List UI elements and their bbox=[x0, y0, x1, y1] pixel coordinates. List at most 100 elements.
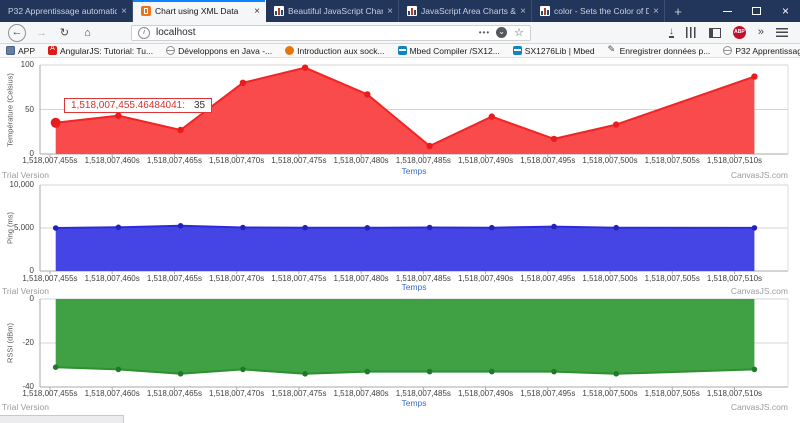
tab-5[interactable]: color - Sets the Color of Data S × bbox=[532, 0, 665, 22]
tab-close-icon[interactable]: × bbox=[520, 6, 526, 17]
back-button[interactable]: ← bbox=[8, 24, 26, 42]
downloads-icon[interactable]: ↓ bbox=[669, 28, 674, 38]
temperature-data-point[interactable] bbox=[115, 113, 121, 119]
trial-version-watermark: Trial Version bbox=[2, 170, 49, 180]
rssi-data-point[interactable] bbox=[178, 371, 184, 377]
x-axis-tick-label: 1,518,007,510s bbox=[694, 389, 774, 398]
temperature-data-point[interactable] bbox=[302, 65, 308, 71]
address-bar[interactable]: i localhost ••• ⌄ ☆ bbox=[131, 25, 531, 41]
canvasjs-watermark[interactable]: CanvasJS.com bbox=[731, 170, 788, 180]
x-axis-tick-label: 1,518,007,510s bbox=[694, 156, 774, 165]
rssi-data-point[interactable] bbox=[240, 367, 246, 373]
ping-x-axis-title: Temps bbox=[374, 282, 454, 292]
canvasjs-watermark[interactable]: CanvasJS.com bbox=[731, 402, 788, 412]
rssi-data-point[interactable] bbox=[116, 367, 122, 373]
bookmark-label: Introduction aux sock... bbox=[297, 46, 384, 56]
pocket-icon[interactable]: ⌄ bbox=[496, 27, 507, 38]
tab-3[interactable]: Beautiful JavaScript Charts & G× bbox=[266, 0, 399, 22]
status-bar-popup bbox=[0, 415, 124, 423]
ping-data-point[interactable] bbox=[489, 225, 495, 231]
y-axis-tick-label: 10,000 bbox=[0, 180, 34, 189]
y-axis-tick-label: 0 bbox=[0, 294, 34, 303]
bookmark-label: Développons en Java -... bbox=[178, 46, 272, 56]
tab-strip: P32 Apprentissage automatique po×Chart u… bbox=[0, 0, 665, 22]
tooltip-label: 1,518,007,455.46484041: bbox=[71, 100, 185, 111]
globe-icon bbox=[723, 46, 732, 55]
rssi-data-point[interactable] bbox=[752, 367, 758, 373]
trial-version-watermark: Trial Version bbox=[2, 402, 49, 412]
chart-icon bbox=[407, 6, 417, 16]
rssi-data-point[interactable] bbox=[53, 364, 59, 370]
bookmark-3[interactable]: Développons en Java -... bbox=[166, 46, 272, 56]
overflow-menu-icon[interactable]: » bbox=[758, 27, 764, 38]
temperature-data-point[interactable] bbox=[489, 113, 495, 119]
temperature-data-point[interactable] bbox=[177, 127, 183, 133]
temperature-data-point[interactable] bbox=[51, 118, 61, 128]
bookmark-1[interactable]: APP bbox=[6, 46, 35, 56]
socket-icon bbox=[285, 46, 294, 55]
temperature-y-axis-title: Température (Celsius) bbox=[6, 73, 15, 147]
app-grid-icon bbox=[6, 46, 15, 55]
bookmark-4[interactable]: Introduction aux sock... bbox=[285, 46, 384, 56]
rssi-data-point[interactable] bbox=[365, 369, 371, 375]
reload-button[interactable]: ↻ bbox=[57, 25, 72, 41]
firefox-window: { "browser": { "tab_bar": { "close_glyph… bbox=[0, 0, 800, 423]
ping-data-point[interactable] bbox=[116, 225, 122, 231]
bookmark-7[interactable]: Enregistrer données p... bbox=[608, 46, 711, 56]
tab-title: color - Sets the Color of Data S bbox=[554, 6, 649, 16]
ping-data-point[interactable] bbox=[178, 223, 184, 229]
bookmark-star-icon[interactable]: ☆ bbox=[514, 26, 524, 39]
tab-close-icon[interactable]: × bbox=[254, 6, 260, 17]
ping-data-point[interactable] bbox=[752, 225, 758, 231]
temperature-data-point[interactable] bbox=[613, 121, 619, 127]
sidebar-icon[interactable] bbox=[709, 28, 721, 38]
rssi-data-point[interactable] bbox=[613, 371, 619, 377]
ping-data-point[interactable] bbox=[427, 225, 433, 231]
new-tab-button[interactable]: + bbox=[665, 0, 691, 22]
site-info-icon[interactable]: i bbox=[138, 27, 150, 39]
ping-data-point[interactable] bbox=[53, 225, 59, 231]
forward-button[interactable]: → bbox=[34, 25, 49, 41]
tab-close-icon[interactable]: × bbox=[121, 6, 127, 17]
bookmark-label: SX1276Lib | Mbed bbox=[525, 46, 595, 56]
ping-data-point[interactable] bbox=[365, 225, 371, 231]
page-actions-icon[interactable]: ••• bbox=[479, 28, 490, 37]
temperature-data-point[interactable] bbox=[364, 91, 370, 97]
temperature-data-point[interactable] bbox=[240, 80, 246, 86]
tab-title: JavaScript Area Charts & Graph bbox=[421, 6, 516, 16]
ping-data-point[interactable] bbox=[240, 225, 246, 231]
library-icon[interactable] bbox=[686, 27, 697, 38]
minimize-button[interactable] bbox=[713, 0, 742, 22]
rssi-data-point[interactable] bbox=[302, 371, 308, 377]
tab-4[interactable]: JavaScript Area Charts & Graph × bbox=[399, 0, 532, 22]
tab-2[interactable]: Chart using XML Data× bbox=[133, 0, 266, 22]
bookmark-2[interactable]: AngularJS: Tutorial: Tu... bbox=[48, 46, 153, 56]
temperature-data-point[interactable] bbox=[551, 136, 557, 142]
bookmark-8[interactable]: P32 Apprentissage aut... bbox=[723, 46, 800, 56]
y-axis-tick-label: 100 bbox=[0, 60, 34, 69]
navigation-toolbar: ← → ↻ ⌂ i localhost ••• ⌄ ☆ ↓ ABP » bbox=[0, 22, 800, 44]
home-button[interactable]: ⌂ bbox=[80, 25, 95, 41]
rssi-data-point[interactable] bbox=[427, 369, 433, 375]
ping-data-point[interactable] bbox=[613, 225, 619, 231]
ping-data-point[interactable] bbox=[302, 225, 308, 231]
tab-close-icon[interactable]: × bbox=[387, 6, 393, 17]
hamburger-menu-icon[interactable] bbox=[776, 28, 788, 37]
tab-1[interactable]: P32 Apprentissage automatique po× bbox=[0, 0, 133, 22]
url-text[interactable]: localhost bbox=[156, 27, 473, 38]
temperature-data-point[interactable] bbox=[751, 73, 757, 79]
bookmark-6[interactable]: SX1276Lib | Mbed bbox=[513, 46, 595, 56]
rssi-data-point[interactable] bbox=[489, 369, 495, 375]
rssi-data-point[interactable] bbox=[551, 369, 557, 375]
bookmark-label: AngularJS: Tutorial: Tu... bbox=[60, 46, 153, 56]
ping-data-point[interactable] bbox=[551, 224, 557, 230]
maximize-button[interactable] bbox=[742, 0, 771, 22]
window-controls: × bbox=[713, 0, 800, 22]
tab-close-icon[interactable]: × bbox=[653, 6, 659, 17]
close-window-button[interactable]: × bbox=[771, 0, 800, 22]
temperature-data-point[interactable] bbox=[426, 143, 432, 149]
bookmark-5[interactable]: Mbed Compiler /SX12... bbox=[398, 46, 500, 56]
adblock-plus-icon[interactable]: ABP bbox=[733, 26, 746, 39]
rssi-area-series bbox=[56, 299, 755, 374]
angular-shield-icon bbox=[48, 46, 57, 55]
